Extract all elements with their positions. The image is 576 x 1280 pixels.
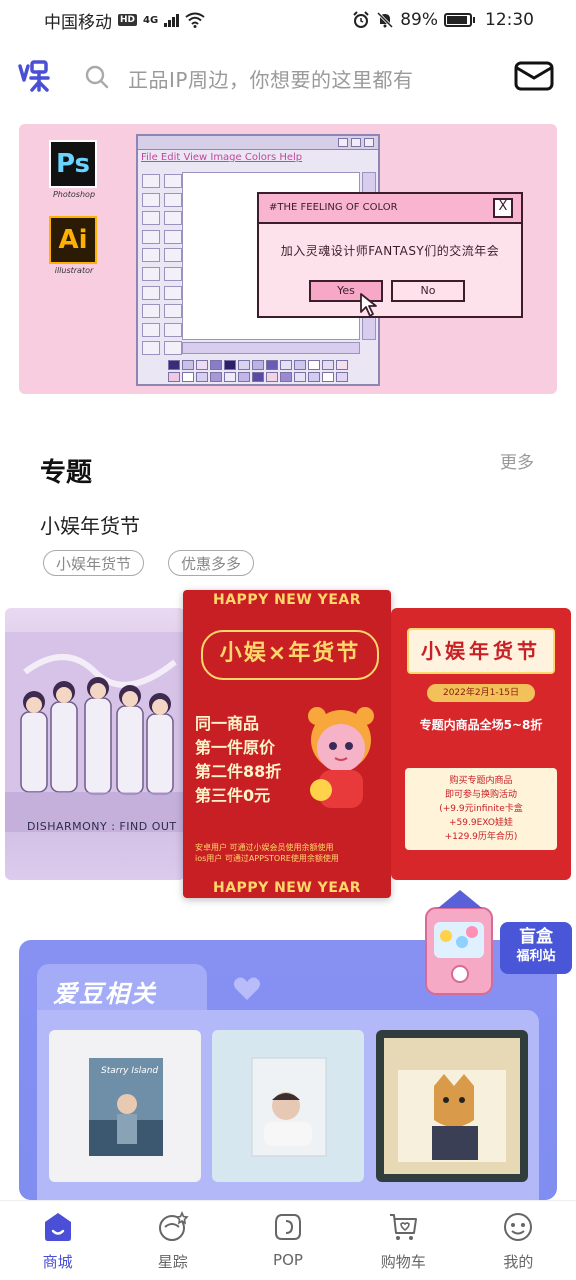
wifi-icon	[185, 12, 205, 28]
network-type: 4G	[143, 14, 159, 26]
sale-line: +129.9历年合历)	[444, 832, 518, 842]
carousel-card-sale[interactable]: 小娱年货节 2022年2月1-15日 专题内商品全场5~8折 购买专题内商品 即…	[391, 608, 571, 880]
product-card[interactable]	[376, 1030, 528, 1182]
sale-line: (+9.9元infinite卡盒	[439, 804, 523, 814]
clock: 12:30	[485, 10, 534, 30]
promo-banner[interactable]: Ps Photoshop Ai illustrator File Edit Vi…	[19, 124, 557, 394]
search-icon[interactable]	[84, 64, 110, 90]
offer-line: 第一件原价	[195, 738, 276, 757]
paint-scrollbar-h	[182, 342, 360, 354]
topic-name: 小娱年货节	[40, 514, 140, 538]
section-title-topic: 专题	[40, 458, 93, 488]
alarm-icon	[353, 11, 369, 28]
paint-titlebar	[138, 136, 378, 150]
product-image	[251, 1057, 327, 1157]
photoshop-caption: Photoshop	[52, 190, 96, 199]
search-input[interactable]: 正品IP周边，你想要的这里都有	[128, 64, 413, 93]
cursor-icon	[360, 293, 377, 317]
product-image	[89, 1058, 163, 1156]
sale-line: +59.9EXO娃娃	[449, 818, 513, 828]
footer-line: 安卓用户 可通过小娱会员使用余额使用	[195, 843, 334, 852]
product-label: Starry Island	[101, 1066, 159, 1076]
status-right: 89% 12:30	[352, 10, 534, 30]
festival-footer-banner: HAPPY NEW YEAR	[213, 880, 361, 896]
nav-label: 我的	[503, 1253, 534, 1271]
pop-icon	[275, 1214, 301, 1240]
product-image	[384, 1038, 520, 1174]
festival-footer: 安卓用户 可通过小娱会员使用余额使用 ios用户 可通过APPSTORE使用余额…	[195, 842, 339, 864]
profile-icon	[504, 1213, 533, 1241]
battery-percent: 89%	[400, 10, 438, 30]
sale-details: 购买专题内商品 即可参与换购活动 (+9.9元infinite卡盒 +59.9E…	[405, 768, 557, 850]
idol-group-photo	[5, 632, 185, 832]
nav-item-star[interactable]: 星踪	[115, 1201, 230, 1280]
cart-icon	[390, 1214, 418, 1240]
offer-line: 第二件88折	[195, 762, 282, 781]
status-left: 中国移动 HD 4G	[44, 8, 205, 33]
sale-promo: 专题内商品全场5~8折	[419, 718, 543, 732]
offer-line: 第三件0元	[195, 786, 271, 805]
nav-item-cart[interactable]: 购物车	[346, 1201, 461, 1280]
sale-title: 小娱年货节	[407, 628, 555, 674]
album-caption: DISHARMONY : FIND OUT	[27, 820, 177, 833]
sale-line: 购买专题内商品	[449, 776, 513, 786]
idol-section-title: 爱豆相关	[53, 980, 157, 1008]
festival-tag: 小娱×年货节	[201, 630, 379, 680]
home-icon	[44, 1213, 71, 1241]
blind-box-title: 盲盒	[519, 927, 553, 947]
nav-label: 星踪	[157, 1253, 188, 1271]
festival-header: HAPPY NEW YEAR	[213, 592, 361, 608]
photoshop-icon: Ps	[49, 140, 97, 188]
nav-label: POP	[273, 1251, 303, 1269]
tiger-mascot-icon	[308, 707, 374, 808]
product-card[interactable]	[212, 1030, 364, 1182]
carousel-card-festival[interactable]: HAPPY NEW YEAR 小娱×年货节 同一商品 第一件原价 第二件88折 …	[183, 590, 391, 898]
nav-label: 商城	[42, 1253, 73, 1271]
star-planet-icon	[158, 1211, 189, 1241]
carousel-card-album[interactable]: DISHARMONY : FIND OUT	[5, 608, 185, 880]
yule-logo-icon[interactable]	[16, 56, 52, 96]
mute-icon	[377, 11, 394, 29]
topic-tag[interactable]: 优惠多多	[168, 550, 255, 576]
nav-item-pop[interactable]: POP	[230, 1201, 345, 1280]
offer-line: 同一商品	[195, 714, 260, 733]
signal-icon	[164, 13, 180, 27]
nav-label: 购物车	[380, 1253, 426, 1271]
illustrator-icon: Ai	[49, 216, 97, 264]
blind-box-badge[interactable]: 盲盒 福利站	[500, 922, 572, 974]
heart-icon	[233, 977, 261, 1000]
dialog-title: #THE FEELING OF COLOR	[259, 194, 521, 224]
nav-item-profile[interactable]: 我的	[461, 1201, 576, 1280]
more-link[interactable]: 更多	[500, 448, 534, 473]
paint-toolbox	[140, 172, 182, 358]
message-icon[interactable]	[514, 60, 554, 92]
dialog-no-button: No	[391, 280, 465, 302]
color-palette	[168, 360, 348, 382]
sale-line: 即可参与换购活动	[444, 790, 517, 800]
topic-tag[interactable]: 小娱年货节	[43, 550, 145, 576]
dialog-illustration: #THE FEELING OF COLOR X 加入灵魂设计师FANTASY们的…	[257, 192, 523, 318]
footer-line: ios用户 可通过APPSTORE使用余额使用	[195, 854, 339, 863]
app-header: 正品IP周边，你想要的这里都有	[0, 52, 576, 100]
battery-icon	[444, 13, 475, 27]
blind-box-subtitle: 福利站	[516, 949, 556, 964]
dialog-message: 加入灵魂设计师FANTASY们的交流年会	[280, 244, 500, 258]
bottom-nav: 商城 星踪 POP 购物车 我的	[0, 1200, 576, 1280]
hd-badge: HD	[118, 14, 138, 26]
dialog-close-icon: X	[493, 198, 513, 218]
festival-offer-lines: 同一商品 第一件原价 第二件88折 第三件0元	[195, 712, 281, 808]
nav-item-mall[interactable]: 商城	[0, 1201, 115, 1280]
status-bar: 中国移动 HD 4G 89% 12:30	[0, 0, 576, 40]
product-card[interactable]: Starry Island	[49, 1030, 201, 1182]
paint-menu: File Edit View Image Colors Help	[141, 152, 303, 163]
carrier-label: 中国移动	[44, 12, 112, 33]
illustrator-caption: illustrator	[54, 266, 94, 275]
sale-date: 2022年2月1-15日	[427, 684, 535, 702]
